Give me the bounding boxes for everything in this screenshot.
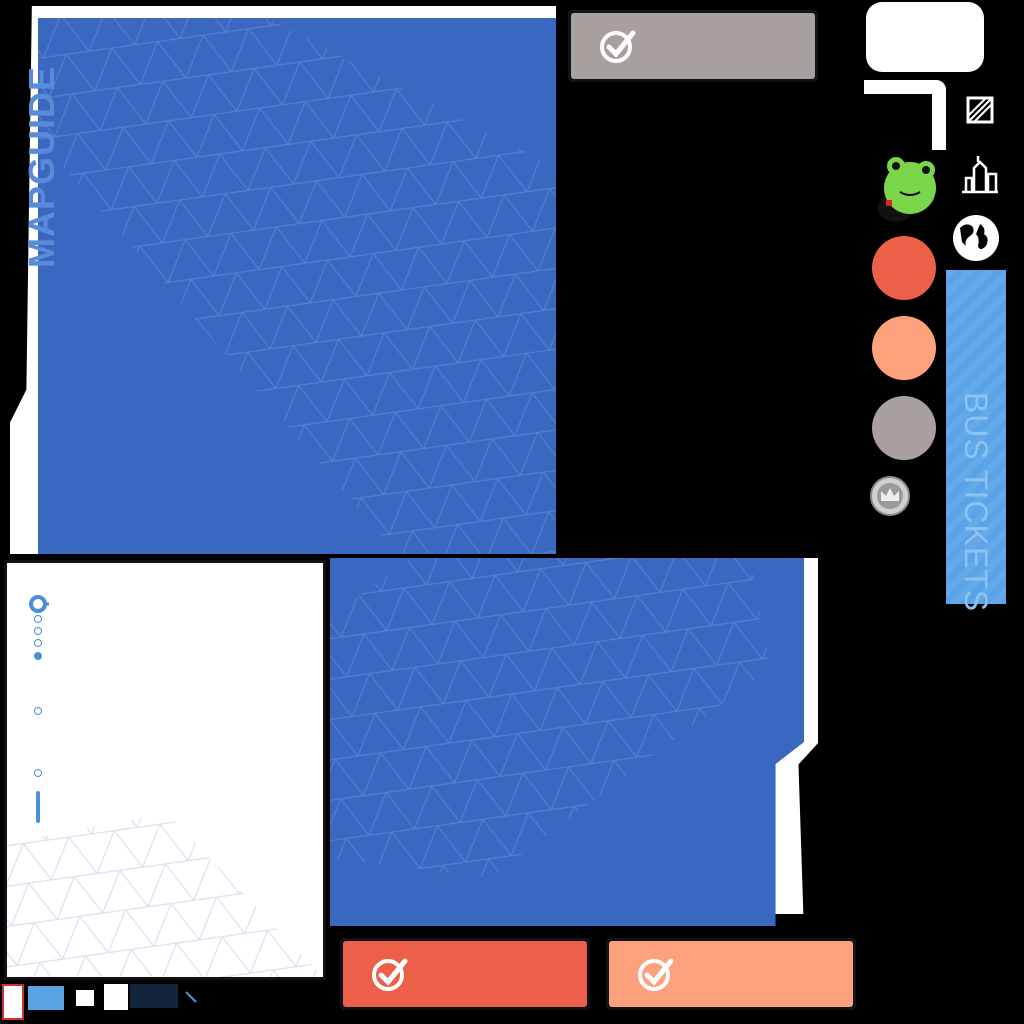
crown-coin-icon <box>870 476 910 516</box>
step-dot-filled <box>34 652 42 660</box>
location-pin-icon <box>29 595 49 613</box>
frog-mascot-icon <box>878 157 936 222</box>
gray-check-button[interactable] <box>568 10 818 82</box>
circle-salmon <box>872 316 936 380</box>
swatch-dark-navy <box>130 984 178 1008</box>
sidebar-panel <box>4 560 326 980</box>
map-panel <box>38 18 556 554</box>
check-circle-icon <box>600 30 636 63</box>
sidebar-grid <box>7 813 323 977</box>
pen-icon <box>185 991 197 1003</box>
swatch-blue <box>28 986 64 1010</box>
mapguide-vertical-title: MAPGUIDE <box>21 66 62 269</box>
content-panel-grid <box>330 558 770 878</box>
globe-icon <box>953 215 999 261</box>
check-circle-icon <box>372 958 408 991</box>
step-dot <box>34 639 42 647</box>
red-check-button[interactable] <box>340 938 590 1010</box>
bus-tickets-label: BUS TICKETS <box>958 391 994 613</box>
swatch-white <box>104 984 128 1010</box>
check-circle-icon <box>638 958 674 991</box>
step-dot <box>34 769 42 777</box>
map-panel-grid <box>38 18 556 554</box>
crop-tool-icon <box>966 96 994 124</box>
white-corner-bracket <box>864 80 946 150</box>
swatch-white-small <box>76 990 94 1006</box>
city-skyline-icon <box>962 156 998 194</box>
step-dot <box>34 615 42 623</box>
film-strip-icon <box>2 984 24 1020</box>
white-cloud-shape <box>866 2 984 72</box>
content-panel <box>330 558 804 926</box>
step-dot <box>34 627 42 635</box>
scroll-indicator[interactable] <box>36 791 40 823</box>
circle-gray <box>872 396 936 460</box>
salmon-check-button[interactable] <box>606 938 856 1010</box>
step-dot <box>34 707 42 715</box>
circle-red <box>872 236 936 300</box>
